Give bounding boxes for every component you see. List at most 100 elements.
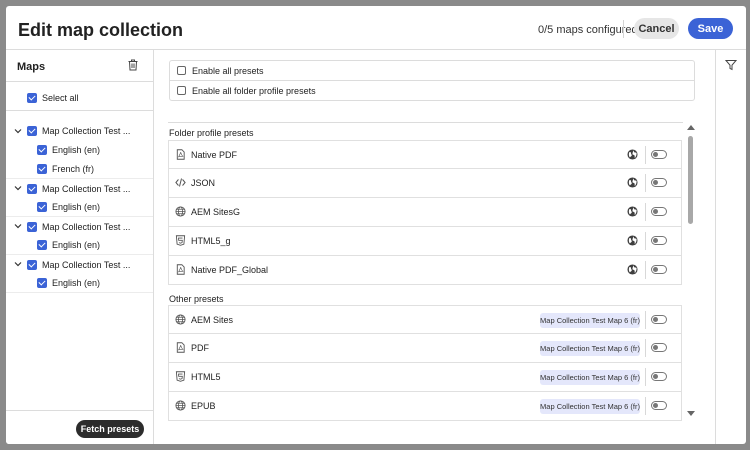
filter-icon[interactable] [725,59,737,71]
trash-icon[interactable] [127,59,139,71]
header-divider [623,20,624,38]
scroll-up-arrow[interactable] [687,125,695,130]
preset-toggle[interactable] [651,150,667,159]
language-label: English (en) [52,145,101,155]
group-divider [6,292,153,293]
select-all-row[interactable]: Select all [6,83,153,111]
language-label: English (en) [52,240,101,250]
enable-folder-label: Enable all folder profile presets [192,86,316,96]
preset-name: AEM Sites [191,315,234,325]
map-checkbox[interactable] [27,126,37,136]
enable-all-row[interactable]: Enable all presets [170,61,694,81]
row-divider [645,174,646,192]
chevron-down-icon[interactable] [14,184,22,192]
preset-row: AEM Sites Map Collection Test Map 6 (fr) [168,305,682,334]
map-badge: Map Collection Test Map 6 (fr) [540,370,640,385]
language-checkbox[interactable] [37,240,47,250]
preset-toggle[interactable] [651,315,667,324]
pdf-icon [175,342,186,353]
language-label: French (fr) [52,164,95,174]
enable-folder-checkbox[interactable] [177,86,186,95]
maps-panel-header: Maps [6,50,153,82]
dialog-header: Edit map collection 0/5 maps configured … [6,6,746,50]
preset-toggle[interactable] [651,207,667,216]
chevron-down-icon[interactable] [14,222,22,230]
preset-toggle[interactable] [651,401,667,410]
preset-row: EPUB Map Collection Test Map 6 (fr) [168,392,682,421]
preset-name: HTML5 [191,372,221,382]
language-checkbox[interactable] [37,145,47,155]
maps-title: Maps [17,61,46,73]
global-preset-icon [627,177,638,188]
maps-panel: Maps Select all Map Collection Test ... … [6,50,154,444]
pdf-icon [175,264,186,275]
chevron-down-icon[interactable] [14,127,22,135]
preset-row: HTML5_g [168,227,682,256]
map-checkbox[interactable] [27,260,37,270]
group-divider [6,178,153,179]
scroll-down-arrow[interactable] [687,411,695,416]
select-all-checkbox[interactable] [27,93,37,103]
global-preset-icon [627,235,638,246]
row-divider [645,232,646,250]
preset-row: AEM SitesG [168,198,682,227]
presets-list: Folder profile presets Native PDF JSON A… [168,122,683,432]
map-label: Map Collection Test ... [42,222,131,232]
fetch-presets-button[interactable]: Fetch presets [76,420,144,438]
row-divider [645,311,646,329]
preset-toggle[interactable] [651,236,667,245]
other-presets-title: Other presets [169,294,224,304]
save-button[interactable]: Save [688,18,733,39]
filter-rail [715,50,746,444]
row-divider [645,339,646,357]
global-preset-icon [627,149,638,160]
group-divider [6,216,153,217]
presets-scrollbar[interactable] [686,122,695,432]
preset-toggle[interactable] [651,372,667,381]
preset-row: Native PDF_Global [168,256,682,285]
globe-icon [175,400,186,411]
cancel-button[interactable]: Cancel [634,18,679,39]
html5-icon [175,371,186,382]
chevron-down-icon[interactable] [14,260,22,268]
enable-folder-row[interactable]: Enable all folder profile presets [170,81,694,101]
dialog-title: Edit map collection [18,20,184,40]
html5-icon [175,235,186,246]
preset-toggle[interactable] [651,343,667,352]
preset-name: EPUB [191,401,216,411]
presets-panel: Enable all presets Enable all folder pro… [155,50,715,444]
map-label: Map Collection Test ... [42,184,131,194]
preset-name: HTML5_g [191,236,231,246]
code-icon [175,177,186,188]
row-divider [645,397,646,415]
preset-name: JSON [191,178,216,188]
map-label: Map Collection Test ... [42,126,131,136]
preset-toggle[interactable] [651,178,667,187]
map-checkbox[interactable] [27,222,37,232]
language-label: English (en) [52,202,101,212]
preset-row: PDF Map Collection Test Map 6 (fr) [168,334,682,363]
row-divider [645,261,646,279]
preset-name: AEM SitesG [191,207,241,217]
preset-name: Native PDF [191,150,238,160]
enable-options: Enable all presets Enable all folder pro… [169,60,695,101]
enable-all-checkbox[interactable] [177,66,186,75]
scrollbar-thumb[interactable] [688,136,693,224]
folder-presets-title: Folder profile presets [169,128,254,138]
language-checkbox[interactable] [37,278,47,288]
map-label: Map Collection Test ... [42,260,131,270]
preset-toggle[interactable] [651,265,667,274]
preset-row: JSON [168,169,682,198]
global-preset-icon [627,264,638,275]
row-divider [645,146,646,164]
language-checkbox[interactable] [37,164,47,174]
preset-row: Native PDF [168,140,682,169]
language-checkbox[interactable] [37,202,47,212]
pdf-icon [175,149,186,160]
row-divider [645,203,646,221]
map-checkbox[interactable] [27,184,37,194]
row-divider [645,368,646,386]
section-divider [168,122,683,123]
map-badge: Map Collection Test Map 6 (fr) [540,341,640,356]
edit-map-collection-dialog: Edit map collection 0/5 maps configured … [6,6,746,444]
